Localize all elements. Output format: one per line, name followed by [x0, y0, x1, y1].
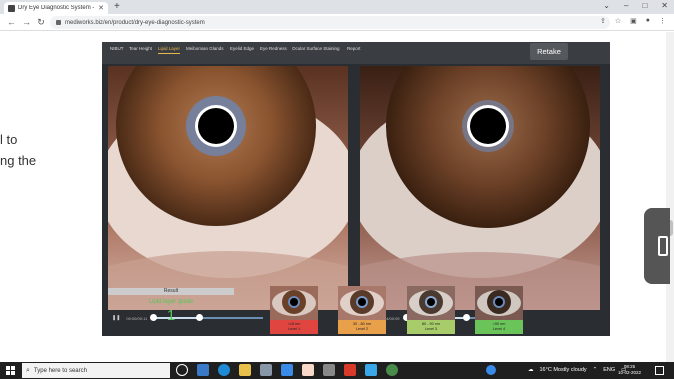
grade-title: Lipid layer grade [148, 299, 194, 305]
nav-tear-height[interactable]: Tear Height [129, 46, 152, 51]
app-icon[interactable] [323, 364, 335, 376]
site-favicon-icon [8, 4, 15, 12]
partial-text-2: ng the [0, 153, 37, 168]
share-icon[interactable]: ⇪ [600, 17, 606, 25]
level-thumb-image [270, 286, 318, 320]
nav-nibut[interactable]: NIBUT [110, 46, 124, 51]
app-icon[interactable] [344, 364, 356, 376]
dropbox-icon[interactable] [281, 364, 293, 376]
nav-eyelid-edge[interactable]: Eyelid Edge [230, 46, 254, 51]
level-thumb-image [338, 286, 386, 320]
clock-date: 10-02-2022 [618, 370, 642, 375]
system-tray: ☁ 16°C Mostly cloudy ⌃ ENG ▭ [486, 365, 626, 375]
taskbar-search[interactable]: ⌕ Type here to search [22, 363, 170, 378]
eye-image-right [360, 66, 600, 310]
partial-text-1: l to [0, 132, 18, 147]
browser-tab-bar: Dry Eye Diagnostic System - Me ✕ + ⌄ – □… [0, 0, 674, 14]
level-label: Level 2 [355, 327, 369, 331]
level-thumb-3[interactable]: 80 - 90 nm Level 3 [407, 286, 455, 334]
seek-handle[interactable] [463, 314, 471, 321]
reload-icon[interactable]: ↻ [37, 17, 45, 28]
close-tab-icon[interactable]: ✕ [98, 4, 104, 12]
window-controls: ⌄ – □ ✕ [603, 1, 668, 10]
level-thumb-image [475, 286, 523, 320]
app-grid-icon[interactable] [197, 364, 209, 376]
chrome-icon[interactable] [386, 364, 398, 376]
back-icon[interactable]: ← [7, 17, 16, 27]
extensions-icon[interactable]: ▣ [630, 17, 637, 25]
edge-icon[interactable] [218, 364, 230, 376]
bookmark-star-icon[interactable]: ☆ [615, 17, 621, 25]
task-view-icon[interactable] [176, 364, 188, 376]
weather-text[interactable]: 16°C Mostly cloudy [540, 367, 587, 373]
nav-lipid-layer[interactable]: Lipid Layer [158, 46, 181, 54]
dry-eye-app: NIBUT Tear Height Lipid Layer Meibomian … [102, 42, 610, 336]
level-thumb-image [407, 286, 455, 320]
weather-icon: ☁ [528, 367, 534, 373]
nav-eye-redness[interactable]: Eye Redness [260, 46, 287, 51]
level-thumb-4[interactable]: >90 nm Level 4 [475, 286, 523, 334]
maximize-icon[interactable]: □ [642, 1, 647, 10]
toolbar-icons: ⇪ ☆ ▣ ● ⋮ [600, 17, 666, 25]
level-caption: 80 - 90 nm Level 3 [407, 320, 455, 334]
app-icon[interactable] [302, 364, 314, 376]
url-text: mediworks.biz/en/product/dry-eye-diagnos… [65, 19, 205, 26]
level-label: Level 3 [424, 327, 438, 331]
tab-title: Dry Eye Diagnostic System - Me [18, 5, 95, 11]
side-widget[interactable] [644, 208, 670, 284]
level-label: Level 4 [492, 327, 506, 331]
address-bar[interactable]: mediworks.biz/en/product/dry-eye-diagnos… [50, 16, 610, 29]
level-caption: >90 nm Level 4 [475, 320, 523, 334]
menu-icon[interactable]: ⋮ [659, 17, 666, 25]
collapse-icon[interactable]: ⌄ [603, 1, 610, 10]
file-explorer-icon[interactable] [239, 364, 251, 376]
grade-value: 1 [166, 307, 176, 324]
page-scrollbar[interactable] [666, 32, 674, 362]
app-tray-icon[interactable] [486, 365, 496, 375]
level-caption: 30 - 80 nm Level 2 [338, 320, 386, 334]
profile-icon[interactable]: ● [646, 17, 650, 25]
nav-report[interactable]: Report [347, 46, 361, 51]
eye-image-left [108, 66, 348, 310]
language-indicator[interactable]: ENG [603, 367, 615, 373]
minimize-icon[interactable]: – [624, 1, 628, 10]
side-widget-icon [658, 236, 668, 256]
level-thumb-2[interactable]: 30 - 80 nm Level 2 [338, 286, 386, 334]
level-caption: <15 nm Level 1 [270, 320, 318, 334]
result-panel: Result Lipid layer grade 1 [108, 288, 234, 334]
app-icon[interactable] [365, 364, 377, 376]
taskbar-apps [176, 364, 398, 376]
level-label: Level 1 [287, 327, 301, 331]
taskbar-clock[interactable]: 08:25 10-02-2022 [618, 364, 641, 376]
windows-taskbar: ⌕ Type here to search ☁ 16°C Mostly clou… [0, 362, 674, 379]
browser-toolbar: ← → ↻ mediworks.biz/en/product/dry-eye-d… [0, 14, 674, 31]
lock-icon [56, 20, 61, 25]
search-placeholder: Type here to search [33, 367, 87, 374]
windows-start-icon[interactable] [6, 366, 15, 375]
new-tab-icon[interactable]: + [114, 1, 120, 12]
app-nav-bar: NIBUT Tear Height Lipid Layer Meibomian … [102, 42, 610, 64]
browser-tab[interactable]: Dry Eye Diagnostic System - Me ✕ [4, 2, 108, 14]
forward-icon[interactable]: → [22, 17, 31, 27]
notification-icon[interactable] [655, 366, 664, 375]
retake-button[interactable]: Retake [530, 43, 568, 60]
close-window-icon[interactable]: ✕ [661, 1, 668, 10]
level-thumb-1[interactable]: <15 nm Level 1 [270, 286, 318, 334]
nav-ocular-surface-staining[interactable]: Ocular Surface Staining [292, 46, 340, 51]
search-icon: ⌕ [26, 366, 30, 374]
nav-meibomian-glands[interactable]: Meibomian Glands [186, 46, 224, 51]
result-label: Result [108, 288, 234, 295]
chevron-up-icon[interactable]: ⌃ [593, 367, 598, 373]
store-icon[interactable] [260, 364, 272, 376]
